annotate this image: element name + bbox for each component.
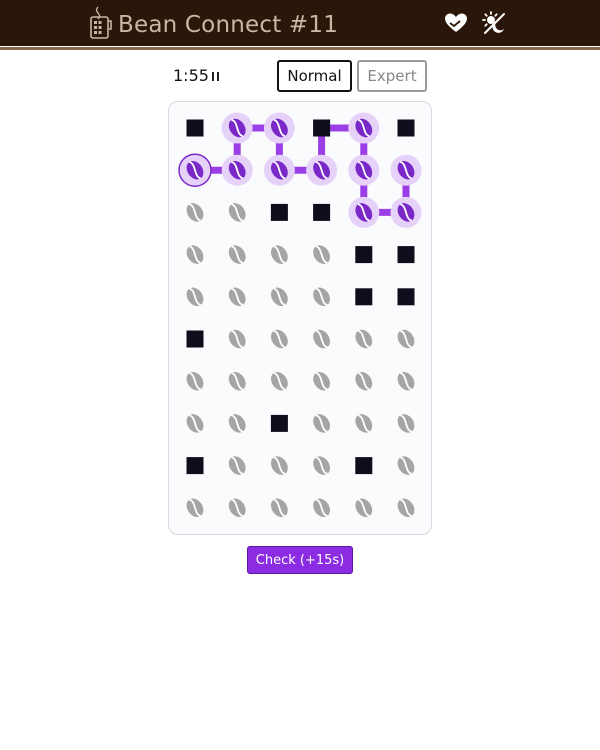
blocked-cell [313, 203, 331, 221]
bean-cell[interactable] [310, 284, 334, 309]
blocked-cell [186, 457, 204, 475]
bean-cell[interactable] [221, 154, 253, 186]
bean-cell[interactable] [348, 112, 380, 144]
bean-cell[interactable] [348, 196, 380, 228]
bean-cell[interactable] [225, 327, 249, 352]
bean-cell[interactable] [225, 411, 249, 436]
bean-cell[interactable] [352, 327, 376, 352]
heart-hand-icon[interactable] [444, 11, 468, 35]
bean-cell[interactable] [268, 369, 292, 394]
blocked-cell [270, 203, 288, 221]
bean-cell[interactable] [225, 242, 249, 267]
blocked-cell [397, 119, 415, 137]
header-divider [0, 47, 600, 50]
normal-mode-button[interactable]: Normal [277, 60, 352, 92]
blocked-cell [270, 414, 288, 432]
game-board [168, 101, 432, 535]
bean-cell[interactable] [394, 495, 418, 520]
bean-cell[interactable] [390, 154, 422, 186]
pause-icon[interactable] [208, 66, 222, 86]
check-button[interactable]: Check (+15s) [247, 546, 353, 574]
bean-cell[interactable] [394, 411, 418, 436]
bean-cell[interactable] [352, 411, 376, 436]
blocked-cell [397, 246, 415, 264]
theme-toggle-icon[interactable] [482, 11, 506, 35]
bean-cell[interactable] [310, 242, 334, 267]
bean-cell[interactable] [390, 196, 422, 228]
bean-cell[interactable] [183, 242, 207, 267]
app-header: Bean Connect #11 [0, 0, 600, 46]
bean-cell[interactable] [225, 200, 249, 225]
bean-cell[interactable] [183, 200, 207, 225]
blocked-cell [397, 288, 415, 306]
bean-cell[interactable] [306, 154, 338, 186]
blocked-cell [186, 119, 204, 137]
bean-cell[interactable] [268, 327, 292, 352]
bean-cell[interactable] [268, 453, 292, 478]
bean-cell[interactable] [183, 411, 207, 436]
bean-cell[interactable] [225, 369, 249, 394]
start-bean-cell[interactable] [178, 153, 212, 187]
bean-cell[interactable] [268, 495, 292, 520]
bean-cell[interactable] [225, 453, 249, 478]
bean-cell[interactable] [310, 327, 334, 352]
bean-cell[interactable] [352, 369, 376, 394]
bean-cell[interactable] [310, 495, 334, 520]
bean-cell[interactable] [183, 369, 207, 394]
coffee-cup-icon [89, 6, 113, 40]
page-title: Bean Connect #11 [118, 12, 339, 38]
bean-cell[interactable] [394, 327, 418, 352]
bean-cell[interactable] [310, 411, 334, 436]
blocked-cell [355, 457, 373, 475]
blocked-cell [355, 288, 373, 306]
bean-cell[interactable] [183, 284, 207, 309]
bean-cell[interactable] [268, 284, 292, 309]
bean-cell[interactable] [225, 284, 249, 309]
board-grid [178, 112, 422, 520]
bean-cell[interactable] [310, 453, 334, 478]
blocked-cell [313, 119, 331, 137]
bean-cell[interactable] [352, 495, 376, 520]
blocked-cell [186, 330, 204, 348]
bean-cell[interactable] [268, 242, 292, 267]
bean-cell[interactable] [394, 453, 418, 478]
expert-mode-button[interactable]: Expert [357, 60, 427, 92]
bean-cell[interactable] [348, 154, 380, 186]
bean-cell[interactable] [221, 112, 253, 144]
bean-cell[interactable] [263, 154, 295, 186]
bean-cell[interactable] [225, 495, 249, 520]
bean-cell[interactable] [310, 369, 334, 394]
blocked-cell [355, 246, 373, 264]
bean-cell[interactable] [394, 369, 418, 394]
timer: 1:55 [173, 66, 209, 85]
bean-cell[interactable] [183, 495, 207, 520]
bean-cell[interactable] [263, 112, 295, 144]
